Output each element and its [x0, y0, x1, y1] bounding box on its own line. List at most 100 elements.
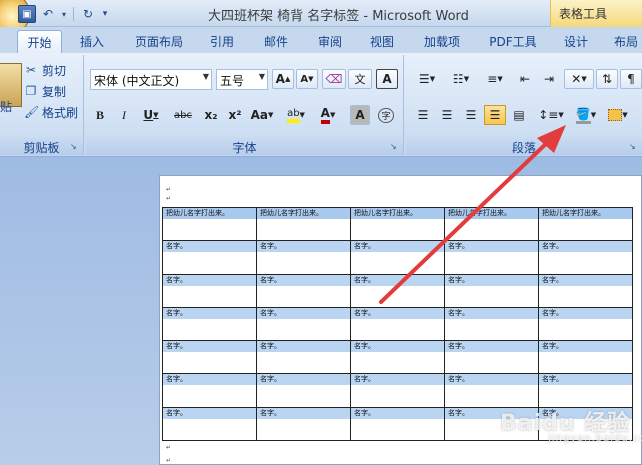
font-dialog-launcher-icon[interactable]: ↘: [390, 142, 400, 152]
cell-text: 名字。: [539, 374, 632, 386]
numbering-button[interactable]: ☷ ▼: [446, 69, 476, 89]
enclose-chars-button[interactable]: 字: [376, 105, 396, 125]
table-cell[interactable]: 名字。: [162, 340, 257, 375]
table-cell[interactable]: 名字。: [350, 373, 445, 408]
cut-button[interactable]: ✂ 剪切: [24, 60, 66, 80]
justify-button[interactable]: ☰: [484, 105, 506, 125]
table-cell[interactable]: 名字。: [444, 373, 539, 408]
superscript-button[interactable]: x²: [224, 105, 246, 125]
redo-button[interactable]: ↻: [79, 5, 97, 23]
font-size-value: 五号: [220, 74, 245, 88]
undo-button[interactable]: ↶: [39, 5, 57, 23]
tab-pdf-tools[interactable]: PDF工具: [482, 30, 544, 53]
tab-mailings[interactable]: 邮件: [254, 30, 298, 53]
paragraph-dialog-launcher-icon[interactable]: ↘: [629, 142, 639, 152]
table-cell[interactable]: 把幼儿名字打出来。: [350, 206, 445, 242]
paste-label-fragment[interactable]: 贴: [0, 98, 12, 115]
format-painter-button[interactable]: 🖌 格式刷: [24, 102, 78, 122]
table-cell[interactable]: 名字。: [444, 273, 539, 308]
align-right-button[interactable]: ☰: [460, 105, 482, 125]
char-border-button[interactable]: A: [376, 69, 398, 89]
tab-addins[interactable]: 加载项: [414, 30, 470, 53]
table-cell[interactable]: 名字。: [538, 273, 633, 308]
tab-references[interactable]: 引用: [200, 30, 244, 53]
cell-text: 名字。: [163, 374, 256, 386]
table-cell[interactable]: 名字。: [350, 240, 445, 275]
strikethrough-button[interactable]: abc: [170, 105, 196, 125]
table-cell[interactable]: 名字。: [444, 306, 539, 342]
clear-formatting-button[interactable]: ⌫: [322, 69, 346, 89]
shrink-font-button[interactable]: A ▼: [296, 69, 318, 89]
numbering-icon: ☷: [452, 72, 464, 86]
italic-button[interactable]: I: [114, 105, 134, 125]
table-cell[interactable]: 名字。: [162, 373, 257, 408]
bullets-button[interactable]: ☰ ▼: [412, 69, 442, 89]
tab-insert[interactable]: 插入: [72, 30, 112, 53]
qat-customize-button[interactable]: ▾: [100, 5, 110, 23]
table-cell[interactable]: 名字。: [350, 406, 445, 442]
tab-review[interactable]: 审阅: [308, 30, 352, 53]
save-button[interactable]: ▣: [18, 5, 36, 23]
font-size-combo[interactable]: 五号 ▼: [216, 69, 268, 90]
show-marks-button[interactable]: ¶: [620, 69, 642, 89]
grow-font-button[interactable]: A ▲: [272, 69, 294, 89]
table-cell[interactable]: 名字。: [162, 240, 257, 275]
table-cell[interactable]: 名字。: [444, 240, 539, 275]
table-cell[interactable]: 名字。: [538, 340, 633, 375]
font-name-dropdown-icon[interactable]: ▼: [203, 72, 209, 81]
change-case-button[interactable]: Aa ▼: [248, 105, 276, 125]
highlight-button[interactable]: ab ▼: [282, 105, 310, 125]
tab-home[interactable]: 开始: [17, 30, 62, 53]
table-cell[interactable]: 名字。: [538, 373, 633, 408]
table-cell[interactable]: 名字。: [162, 306, 257, 342]
table-cell[interactable]: 名字。: [256, 373, 351, 408]
subscript-button[interactable]: x₂: [200, 105, 222, 125]
copy-button[interactable]: ❐ 复制: [24, 81, 66, 101]
line-spacing-button[interactable]: ↕≡ ▼: [536, 105, 566, 125]
cell-text: 名字。: [163, 407, 256, 419]
table-cell[interactable]: 名字。: [256, 273, 351, 308]
sort-button[interactable]: ⇅: [596, 69, 618, 89]
table-cell[interactable]: 把幼儿名字打出来。: [444, 206, 539, 242]
table-cell[interactable]: 名字。: [444, 340, 539, 375]
tab-page-layout[interactable]: 页面布局: [124, 30, 194, 53]
table-cell[interactable]: 名字。: [350, 273, 445, 308]
clipboard-dialog-launcher-icon[interactable]: ↘: [70, 142, 80, 152]
font-size-dropdown-icon[interactable]: ▼: [259, 72, 265, 81]
table-cell[interactable]: 名字。: [350, 306, 445, 342]
table-cell[interactable]: 名字。: [162, 406, 257, 442]
bold-button[interactable]: B: [90, 105, 110, 125]
borders-button[interactable]: ▼: [602, 105, 634, 125]
table-cell[interactable]: 把幼儿名字打出来。: [256, 206, 351, 242]
table-cell[interactable]: 名字。: [350, 340, 445, 375]
tab-table-layout[interactable]: 布局: [606, 30, 642, 53]
phonetic-guide-button[interactable]: 文: [348, 69, 372, 89]
font-name-combo[interactable]: 宋体 (中文正文) ▼: [90, 69, 212, 90]
font-color-button[interactable]: A ▼: [314, 105, 342, 125]
align-left-button[interactable]: ☰: [412, 105, 434, 125]
table-cell[interactable]: 把幼儿名字打出来。: [162, 206, 257, 242]
distributed-button[interactable]: ▤: [508, 105, 530, 125]
asian-layout-button[interactable]: ✕ ▼: [564, 69, 594, 89]
tab-table-design[interactable]: 设计: [556, 30, 596, 53]
phonetic-guide-icon: 文: [354, 73, 366, 86]
table-cell[interactable]: 把幼儿名字打出来。: [538, 206, 633, 242]
shading-button[interactable]: 🪣 ▼: [570, 105, 602, 125]
char-shading-button[interactable]: A: [350, 105, 370, 125]
table-cell[interactable]: 名字。: [538, 240, 633, 275]
undo-dropdown-icon[interactable]: ▾: [60, 5, 68, 23]
table-cell[interactable]: 名字。: [256, 406, 351, 442]
underline-button[interactable]: U ▼: [138, 105, 164, 125]
copy-label: 复制: [42, 84, 67, 99]
table-cell[interactable]: 名字。: [256, 340, 351, 375]
align-center-button[interactable]: ☰: [436, 105, 458, 125]
table-cell[interactable]: 名字。: [256, 240, 351, 275]
decrease-indent-button[interactable]: ⇤: [514, 69, 536, 89]
increase-indent-button[interactable]: ⇥: [538, 69, 560, 89]
table-cell[interactable]: 名字。: [538, 306, 633, 342]
multilevel-list-button[interactable]: ≡ ▼: [480, 69, 510, 89]
tab-view[interactable]: 视图: [360, 30, 404, 53]
table-cell[interactable]: 名字。: [256, 306, 351, 342]
table-cell[interactable]: 名字。: [162, 273, 257, 308]
bullets-icon: ☰: [418, 72, 430, 86]
